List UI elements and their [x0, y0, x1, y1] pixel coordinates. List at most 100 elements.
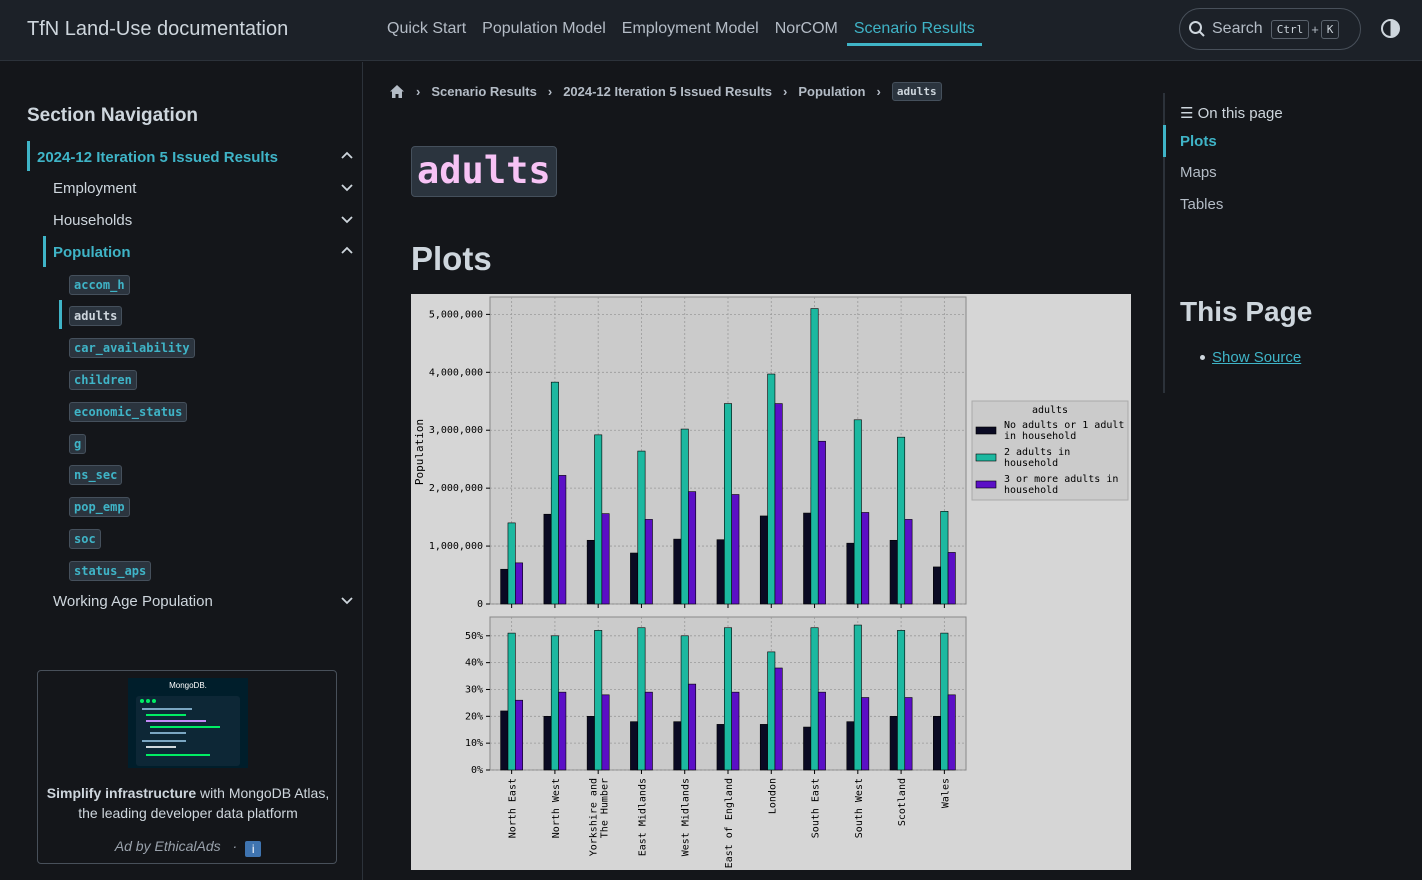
bottom-ytick-label: 20%: [465, 711, 483, 722]
bottom-bar: [680, 635, 689, 771]
toc-heading-label: On this page: [1197, 105, 1283, 122]
ad-attribution: Ad by EthicalAds · i: [38, 838, 338, 857]
info-icon[interactable]: i: [245, 841, 262, 857]
kbd-k: K: [1320, 19, 1340, 39]
top-bar: [759, 515, 768, 605]
top-bar: [507, 522, 516, 605]
sidebar-code-status-aps[interactable]: status_aps: [69, 561, 152, 581]
sidebar-code-ns-sec[interactable]: ns_sec: [69, 465, 123, 485]
home-icon[interactable]: [389, 84, 405, 99]
bottom-bar: [846, 721, 855, 771]
sidebar-code-g[interactable]: g: [69, 434, 87, 454]
ad-by[interactable]: Ad by EthicalAds: [115, 838, 221, 854]
toc-item-tables[interactable]: Tables: [1180, 196, 1223, 213]
toc-item-maps[interactable]: Maps: [1180, 164, 1217, 181]
top-ytick-label: 1,000,000: [429, 541, 483, 552]
x-category-label: Wales: [940, 778, 951, 808]
chevron-up-icon[interactable]: [341, 151, 353, 159]
active-indicator: [27, 141, 30, 171]
sidebar-item-working-age[interactable]: Working Age Population: [53, 593, 213, 610]
bottom-bar: [767, 651, 776, 771]
breadcrumb-scenario-results[interactable]: Scenario Results: [431, 84, 537, 99]
legend-swatch: [975, 453, 997, 462]
x-category-label: South West: [854, 778, 865, 838]
top-bar: [673, 538, 682, 605]
top-bar: [904, 519, 913, 605]
sidebar-item-households[interactable]: Households: [53, 212, 132, 229]
chevron-down-icon[interactable]: [341, 597, 353, 605]
bottom-bar: [688, 683, 697, 771]
top-bar: [774, 403, 783, 605]
search-icon: [1189, 21, 1205, 37]
x-category-label: South East: [811, 778, 822, 838]
bottom-bar: [507, 632, 516, 771]
bottom-bar: [774, 667, 783, 771]
sidebar-code-children[interactable]: children: [69, 370, 137, 390]
top-ytick-label: 2,000,000: [429, 483, 483, 494]
chevron-down-icon[interactable]: [341, 184, 353, 192]
chevron-down-icon[interactable]: [341, 216, 353, 224]
top-header: TfN Land-Use documentation Quick Start P…: [0, 0, 1422, 61]
sidebar-code-accom-h[interactable]: accom_h: [69, 275, 130, 295]
top-bar: [500, 568, 509, 605]
bottom-bar: [644, 691, 653, 771]
sidebar-code-adults[interactable]: adults: [69, 306, 123, 326]
sidebar: Section Navigation 2024-12 Iteration 5 I…: [0, 62, 363, 880]
ad-box[interactable]: MongoDB. Simplify infrastructure with Mo…: [37, 670, 337, 864]
chevron-right-icon: ›: [876, 84, 881, 99]
ad-image[interactable]: MongoDB.: [128, 678, 248, 768]
search-button[interactable]: Search Ctrl + K: [1179, 8, 1361, 50]
top-bar: [601, 513, 610, 605]
toc-item-plots[interactable]: Plots: [1180, 133, 1217, 150]
top-ylabel: Population: [413, 419, 426, 485]
top-bar: [940, 511, 949, 605]
x-category-label: London: [767, 778, 778, 814]
sidebar-item-employment[interactable]: Employment: [53, 180, 136, 197]
site-brand[interactable]: TfN Land-Use documentation: [27, 18, 288, 41]
legend-title: adults: [1032, 405, 1068, 416]
kbd-plus: +: [1311, 21, 1319, 37]
x-category-label: East of England: [724, 778, 735, 868]
nav-population-model[interactable]: Population Model: [475, 0, 613, 46]
breadcrumb-iteration5[interactable]: 2024-12 Iteration 5 Issued Results: [563, 84, 772, 99]
sidebar-code-pop-emp[interactable]: pop_emp: [69, 497, 130, 517]
nav-employment-model[interactable]: Employment Model: [615, 0, 766, 46]
chevron-right-icon: ›: [416, 84, 421, 99]
top-bar: [688, 491, 697, 605]
breadcrumb-current: adults: [891, 82, 942, 101]
bottom-bar: [558, 691, 567, 771]
bottom-bar: [673, 721, 682, 771]
x-category-label: Scotland: [897, 778, 908, 826]
sidebar-code-soc[interactable]: soc: [69, 529, 101, 549]
chevron-up-icon[interactable]: [341, 246, 353, 254]
bottom-bar: [724, 627, 732, 771]
plots-heading: Plots: [411, 240, 492, 277]
bottom-bar: [889, 716, 898, 771]
bottom-bar: [716, 724, 725, 771]
bottom-bar: [630, 721, 639, 771]
nav-quick-start[interactable]: Quick Start: [380, 0, 473, 46]
breadcrumb-population[interactable]: Population: [798, 84, 865, 99]
ad-text[interactable]: Simplify infrastructure with MongoDB Atl…: [38, 783, 338, 823]
theme-toggle-icon[interactable]: [1380, 18, 1401, 39]
top-bar: [680, 428, 689, 605]
show-source-link[interactable]: Show Source: [1212, 349, 1301, 366]
top-ytick-label: 3,000,000: [429, 425, 483, 436]
top-ytick-label: 4,000,000: [429, 367, 483, 378]
bottom-bar: [904, 697, 913, 771]
sidebar-code-economic-status[interactable]: economic_status: [69, 402, 188, 422]
top-bar: [889, 539, 898, 605]
sidebar-item-population[interactable]: Population: [53, 244, 131, 261]
section-navigation-heading: Section Navigation: [27, 105, 199, 126]
bottom-bar: [759, 724, 768, 771]
main-nav: Quick Start Population Model Employment …: [380, 0, 984, 61]
nav-norcom[interactable]: NorCOM: [768, 0, 845, 46]
sidebar-item-iteration5[interactable]: 2024-12 Iteration 5 Issued Results: [37, 149, 278, 166]
sidebar-code-car-availability[interactable]: car_availability: [69, 338, 195, 358]
legend-swatch: [975, 480, 997, 489]
x-category-label: North East: [508, 778, 519, 838]
nav-scenario-results[interactable]: Scenario Results: [846, 0, 982, 46]
bottom-bar: [550, 635, 559, 771]
top-bar: [861, 512, 870, 605]
top-bar: [846, 542, 855, 605]
